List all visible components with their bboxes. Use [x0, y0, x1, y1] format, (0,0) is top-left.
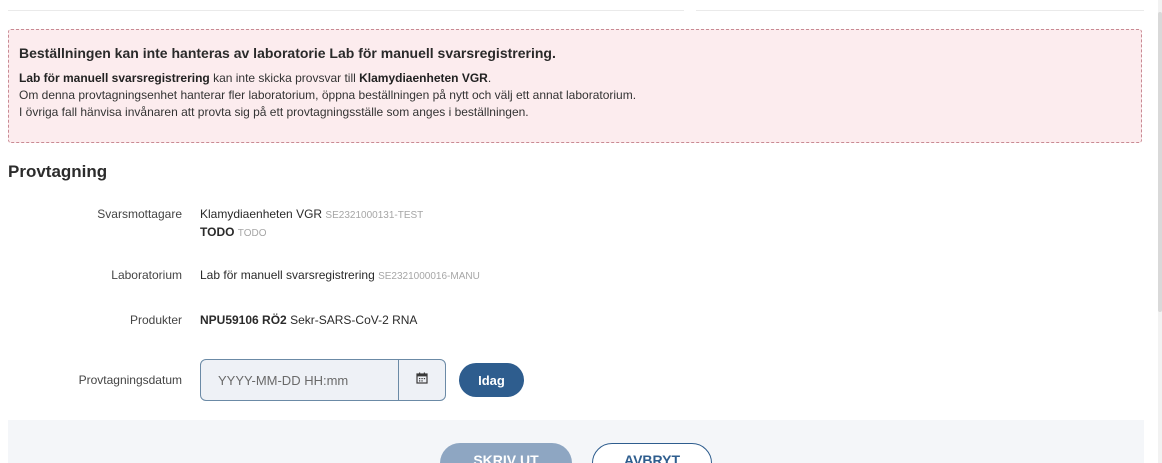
print-button[interactable]: SKRIV UT — [440, 443, 572, 463]
alert-unit-name: Klamydiaenheten VGR — [359, 71, 488, 85]
page: Beställningen kan inte hanteras av labor… — [0, 0, 1162, 463]
recipient-value: Klamydiaenheten VGR SE2321000131-TEST TO… — [200, 206, 423, 242]
calendar-button[interactable] — [398, 360, 445, 400]
product-code: NPU59106 RÖ2 — [200, 313, 287, 327]
sampling-date-label: Provtagningsdatum — [78, 373, 182, 387]
laboratory-id: SE2321000016-MANU — [378, 271, 480, 282]
alert-line-lab-unit: Lab för manuell svarsregistrering kan in… — [19, 70, 1131, 87]
error-alert: Beställningen kan inte hanteras av labor… — [8, 29, 1142, 143]
cancel-button[interactable]: AVBRYT — [592, 443, 712, 463]
laboratory-value: Lab för manuell svarsregistrering SE2321… — [200, 267, 480, 285]
footer-bar — [8, 420, 1144, 463]
section-title: Provtagning — [8, 162, 108, 181]
alert-line-refer: I övriga fall hänvisa invånaren att prov… — [19, 105, 529, 119]
top-divider — [8, 10, 684, 11]
product-name: Sekr-SARS-CoV-2 RNA — [290, 313, 418, 327]
products-value: NPU59106 RÖ2 Sekr-SARS-CoV-2 RNA — [200, 312, 417, 329]
scrollbar-thumb[interactable] — [1158, 12, 1162, 312]
recipient-id: SE2321000131-TEST — [325, 210, 424, 221]
recipient-label: Svarsmottagare — [97, 207, 182, 221]
recipient-todo-label: TODO — [200, 225, 235, 239]
sampling-date-group — [200, 359, 446, 401]
alert-line-end: . — [487, 71, 492, 85]
recipient-todo-value: TODO — [237, 228, 267, 239]
laboratory-label: Laboratorium — [111, 268, 182, 282]
alert-line-other-lab: Om denna provtagningsenhet hanterar fler… — [19, 88, 637, 102]
alert-line-text: kan inte skicka provsvar till — [209, 71, 360, 85]
scrollbar[interactable] — [1158, 0, 1162, 463]
laboratory-name: Lab för manuell svarsregistrering — [200, 268, 375, 282]
alert-lab-name: Lab för manuell svarsregistrering — [19, 71, 210, 85]
sampling-date-input[interactable] — [201, 360, 398, 400]
calendar-icon — [416, 371, 428, 389]
recipient-name: Klamydiaenheten VGR — [200, 207, 323, 221]
alert-title: Beställningen kan inte hanteras av labor… — [19, 45, 556, 61]
products-label: Produkter — [129, 313, 182, 327]
today-button[interactable]: Idag — [459, 363, 524, 397]
top-divider — [696, 10, 1144, 11]
